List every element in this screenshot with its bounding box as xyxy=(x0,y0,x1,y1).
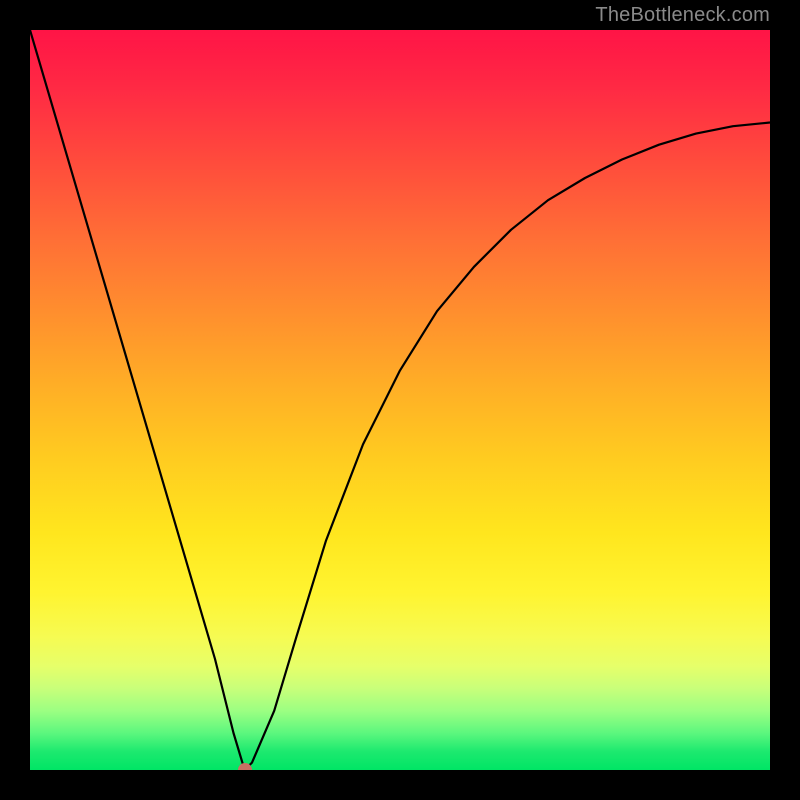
optimal-point-marker xyxy=(238,763,252,770)
watermark-text: TheBottleneck.com xyxy=(595,4,770,27)
bottleneck-curve xyxy=(30,30,770,770)
plot-area xyxy=(30,30,770,770)
chart-frame: TheBottleneck.com xyxy=(0,0,800,800)
